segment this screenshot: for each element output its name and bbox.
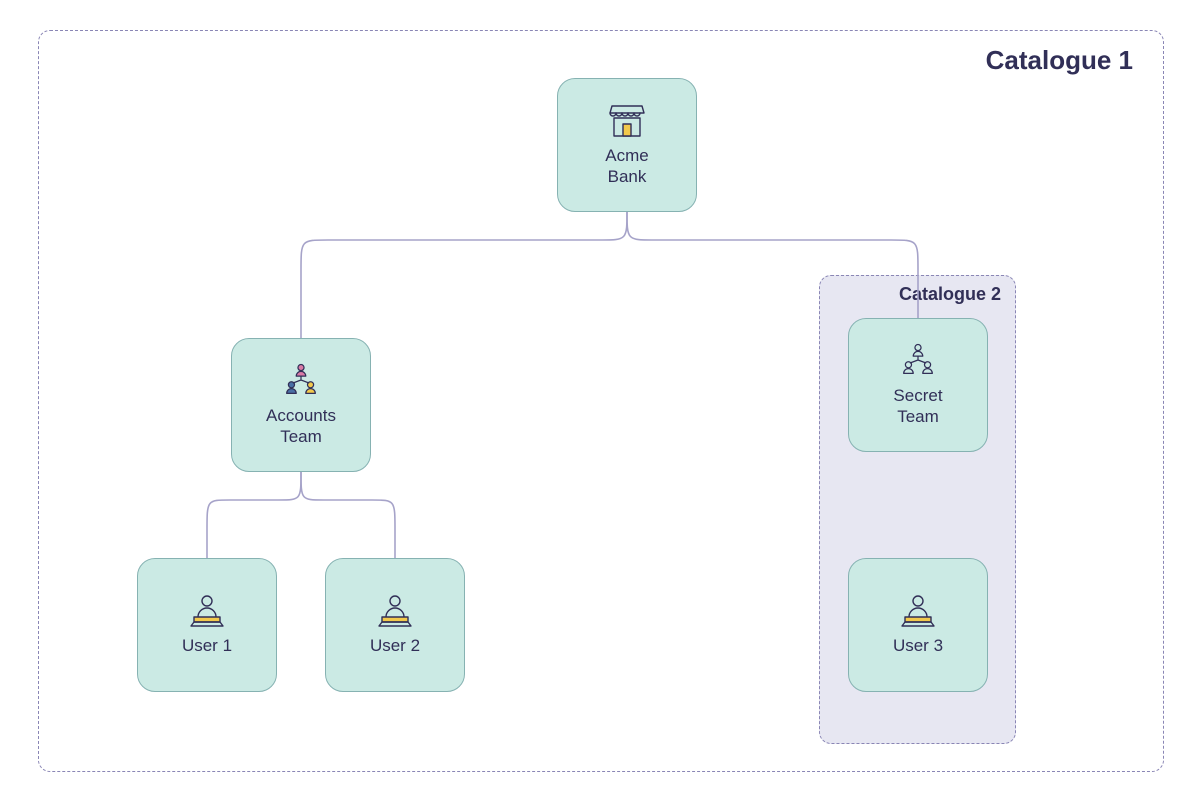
node-accounts-team: Accounts Team (231, 338, 371, 472)
node-label: User 2 (370, 635, 420, 656)
team-icon (897, 343, 939, 379)
catalogue-2-title: Catalogue 2 (899, 284, 1001, 305)
node-user-1: User 1 (137, 558, 277, 692)
store-icon (606, 103, 648, 139)
user-laptop-icon (374, 593, 416, 629)
node-label: Secret Team (893, 385, 942, 428)
user-laptop-icon (897, 593, 939, 629)
node-label: User 3 (893, 635, 943, 656)
diagram-canvas: Catalogue 1 Catalogue 2 (0, 0, 1201, 801)
user-laptop-icon (186, 593, 228, 629)
node-label: Acme Bank (605, 145, 648, 188)
catalogue-1-title: Catalogue 1 (986, 45, 1133, 76)
node-acme-bank: Acme Bank (557, 78, 697, 212)
node-label: User 1 (182, 635, 232, 656)
node-user-2: User 2 (325, 558, 465, 692)
node-secret-team: Secret Team (848, 318, 988, 452)
node-user-3: User 3 (848, 558, 988, 692)
node-label: Accounts Team (266, 405, 336, 448)
team-icon (280, 363, 322, 399)
